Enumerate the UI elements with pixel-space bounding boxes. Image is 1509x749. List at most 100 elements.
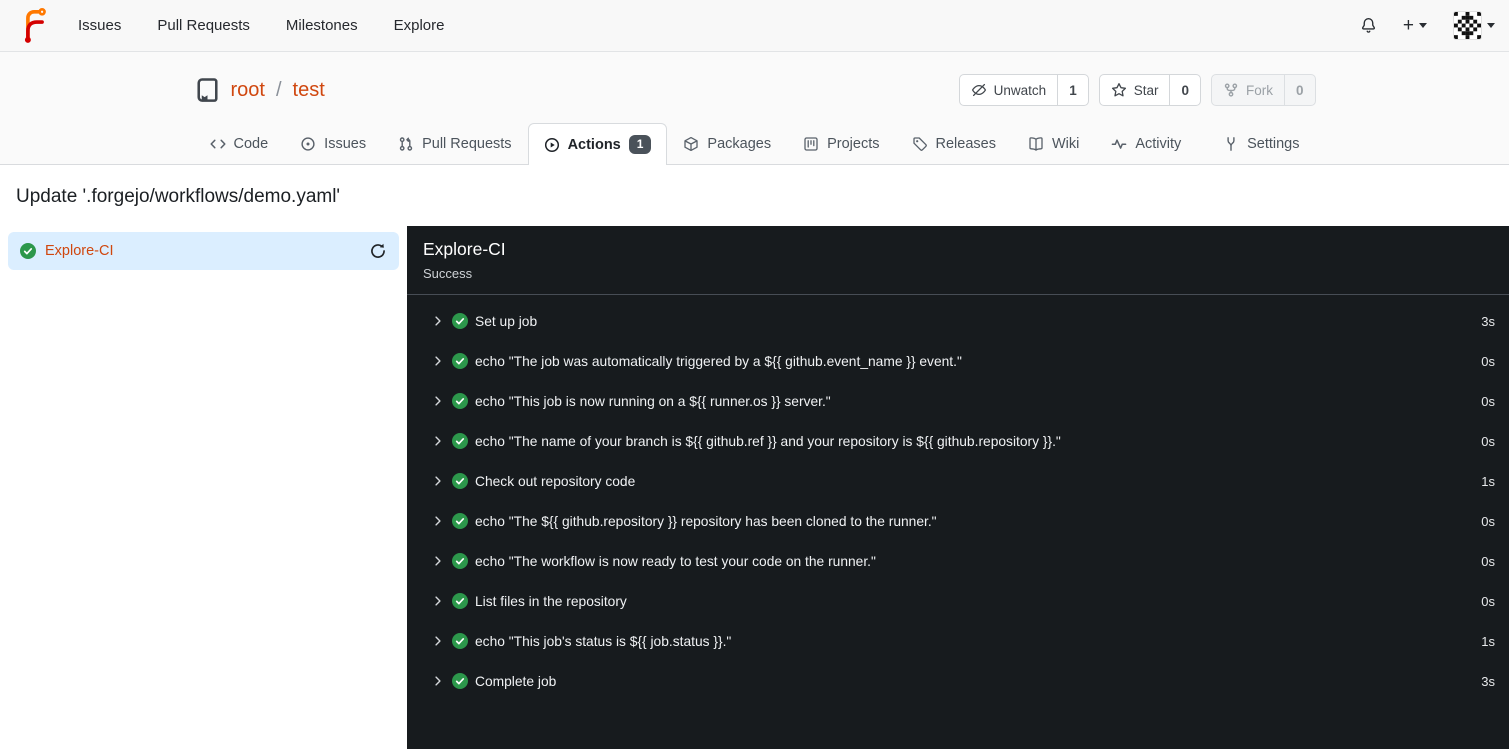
step-duration: 3s xyxy=(1481,673,1495,689)
step-row[interactable]: echo "This job is now running on a ${{ r… xyxy=(407,381,1509,421)
step-duration: 0s xyxy=(1481,393,1495,409)
app-root: Issues Pull Requests Milestones Explore … xyxy=(0,0,1509,749)
step-success-check-icon xyxy=(452,433,468,449)
sidebar-job-explore-ci[interactable]: Explore-CI xyxy=(8,232,399,270)
book-open-icon xyxy=(1028,136,1044,152)
step-row[interactable]: List files in the repository 0s xyxy=(407,581,1509,621)
step-label: Check out repository code xyxy=(475,473,636,489)
step-success-check-icon xyxy=(452,513,468,529)
step-duration: 0s xyxy=(1481,593,1495,609)
tab-releases[interactable]: Releases xyxy=(896,123,1012,164)
step-row[interactable]: echo "The ${{ github.repository }} repos… xyxy=(407,501,1509,541)
repo-tabs: Code Issues Pull Requests Actions 1 Pack… xyxy=(194,123,1316,165)
step-duration: 0s xyxy=(1481,433,1495,449)
job-steps-list: Set up job 3s echo "The job was automati… xyxy=(407,295,1509,707)
nav-issues[interactable]: Issues xyxy=(78,17,121,34)
top-navbar: Issues Pull Requests Milestones Explore … xyxy=(0,0,1509,52)
tool-icon xyxy=(1223,136,1239,152)
eye-slash-icon xyxy=(971,82,987,98)
plus-icon: + xyxy=(1402,15,1414,36)
tab-projects[interactable]: Projects xyxy=(787,123,895,164)
step-duration: 0s xyxy=(1481,353,1495,369)
star-button[interactable]: Star 0 xyxy=(1098,74,1201,106)
nav-explore[interactable]: Explore xyxy=(394,17,445,34)
chevron-right-icon xyxy=(431,474,445,488)
nav-pull-requests[interactable]: Pull Requests xyxy=(157,17,250,34)
tag-icon xyxy=(912,136,928,152)
top-nav-links: Issues Pull Requests Milestones Explore xyxy=(78,17,444,34)
repo-name-link[interactable]: test xyxy=(293,79,325,102)
step-label: echo "The job was automatically triggere… xyxy=(475,353,962,369)
step-duration: 3s xyxy=(1481,313,1495,329)
top-nav-right: + xyxy=(1360,11,1495,40)
actions-count-badge: 1 xyxy=(628,135,652,154)
bell-icon xyxy=(1360,17,1377,34)
repo-title-row: root / test Unwatch 1 Star 0 Fork 0 xyxy=(194,69,1316,111)
tab-pull-requests[interactable]: Pull Requests xyxy=(382,123,527,164)
tab-wiki[interactable]: Wiki xyxy=(1012,123,1095,164)
tab-code[interactable]: Code xyxy=(194,123,285,164)
tab-issues[interactable]: Issues xyxy=(284,123,382,164)
tab-actions[interactable]: Actions 1 xyxy=(527,123,668,165)
step-success-check-icon xyxy=(452,593,468,609)
avatar xyxy=(1453,11,1482,40)
fork-button: Fork 0 xyxy=(1210,74,1316,106)
forgejo-logo-icon xyxy=(18,6,51,44)
refresh-icon xyxy=(369,242,387,260)
job-status: Success xyxy=(423,266,473,281)
tab-label: Projects xyxy=(827,136,880,152)
forgejo-logo[interactable] xyxy=(18,6,51,46)
unwatch-button[interactable]: Unwatch 1 xyxy=(958,74,1089,106)
step-label: List files in the repository xyxy=(475,593,627,609)
repo-action-buttons: Unwatch 1 Star 0 Fork 0 xyxy=(958,74,1316,106)
step-duration: 1s xyxy=(1481,633,1495,649)
tab-label: Code xyxy=(233,136,269,152)
step-success-check-icon xyxy=(452,553,468,569)
repo-path-separator: / xyxy=(275,78,282,101)
tab-label: Activity xyxy=(1135,136,1182,152)
step-row[interactable]: Check out repository code 1s xyxy=(407,461,1509,501)
jobs-sidebar: Explore-CI xyxy=(0,226,407,749)
chevron-right-icon xyxy=(431,554,445,568)
watchers-count[interactable]: 1 xyxy=(1057,75,1088,105)
tab-activity[interactable]: Activity xyxy=(1095,123,1197,164)
chevron-right-icon xyxy=(431,634,445,648)
step-success-check-icon xyxy=(452,633,468,649)
tab-label: Packages xyxy=(707,136,772,152)
step-label: Complete job xyxy=(475,673,557,689)
step-row[interactable]: echo "The job was automatically triggere… xyxy=(407,341,1509,381)
chevron-down-icon xyxy=(1487,23,1495,28)
step-success-check-icon xyxy=(452,473,468,489)
pulse-icon xyxy=(1111,136,1127,152)
rerun-job-button[interactable] xyxy=(369,242,387,260)
step-row[interactable]: Set up job 3s xyxy=(407,301,1509,341)
repo-owner-link[interactable]: root xyxy=(231,79,265,102)
step-row[interactable]: echo "This job's status is ${{ job.statu… xyxy=(407,621,1509,661)
step-duration: 0s xyxy=(1481,513,1495,529)
step-label: echo "This job is now running on a ${{ r… xyxy=(475,393,831,409)
nav-milestones[interactable]: Milestones xyxy=(286,17,358,34)
step-row[interactable]: echo "The workflow is now ready to test … xyxy=(407,541,1509,581)
chevron-right-icon xyxy=(431,514,445,528)
step-label: Set up job xyxy=(475,313,538,329)
repo-header: root / test Unwatch 1 Star 0 Fork 0 Code… xyxy=(0,52,1509,165)
step-row[interactable]: Complete job 3s xyxy=(407,661,1509,701)
tab-packages[interactable]: Packages xyxy=(667,123,787,164)
tab-label: Wiki xyxy=(1051,136,1080,152)
chevron-right-icon xyxy=(431,354,445,368)
create-new-button[interactable]: + xyxy=(1403,16,1427,35)
package-cube-icon xyxy=(683,136,699,152)
tab-settings[interactable]: Settings xyxy=(1207,123,1315,164)
step-row[interactable]: echo "The name of your branch is ${{ git… xyxy=(407,421,1509,461)
notifications-button[interactable] xyxy=(1360,17,1377,34)
tab-label: Settings xyxy=(1247,136,1300,152)
unwatch-label: Unwatch xyxy=(993,82,1047,98)
step-label: echo "The name of your branch is ${{ git… xyxy=(475,433,1061,449)
star-label: Star xyxy=(1133,82,1159,98)
chevron-right-icon xyxy=(431,394,445,408)
code-icon xyxy=(210,136,226,152)
chevron-down-icon xyxy=(1419,23,1427,28)
user-menu-button[interactable] xyxy=(1453,11,1495,40)
stars-count[interactable]: 0 xyxy=(1169,75,1200,105)
job-title: Explore-CI xyxy=(423,239,506,259)
